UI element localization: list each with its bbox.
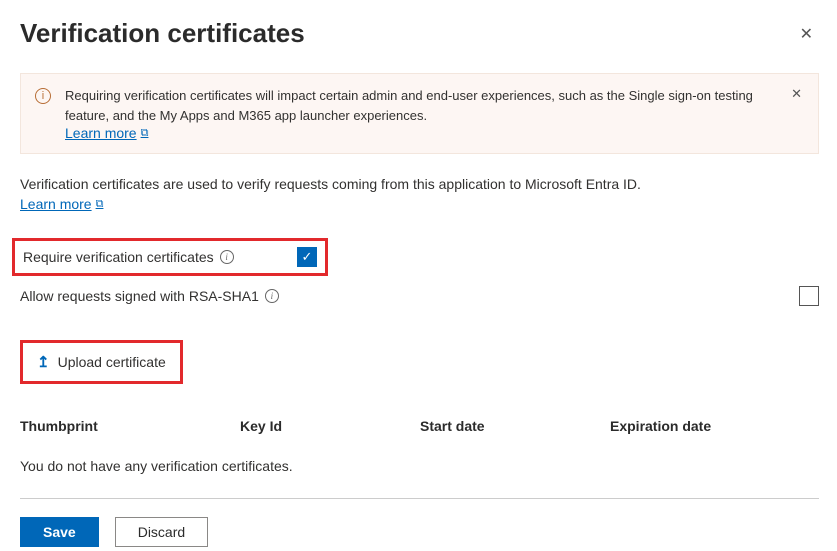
allow-rsa-label: Allow requests signed with RSA-SHA1 i (20, 288, 799, 304)
banner-text: Requiring verification certificates will… (65, 86, 782, 125)
allow-rsa-checkbox[interactable] (799, 286, 819, 306)
options-group: Require verification certificates i ✓ Al… (20, 238, 819, 306)
page-title: Verification certificates (20, 18, 305, 49)
external-link-icon: ⧉ (141, 127, 149, 140)
column-thumbprint: Thumbprint (20, 418, 240, 434)
link-label: Learn more (65, 125, 137, 141)
info-icon[interactable]: i (220, 250, 234, 264)
banner-close-icon[interactable]: ✕ (785, 84, 808, 104)
footer-actions: Save Discard (20, 517, 819, 547)
upload-section: ↥ Upload certificate (20, 340, 819, 384)
table-header-row: Thumbprint Key Id Start date Expiration … (20, 418, 819, 434)
panel-header: Verification certificates ✕ (20, 18, 819, 49)
column-expiration-date: Expiration date (610, 418, 819, 434)
banner-learn-more-link[interactable]: Learn more ⧉ (65, 125, 148, 141)
require-verification-label: Require verification certificates i (23, 249, 297, 265)
link-label: Learn more (20, 196, 92, 212)
external-link-icon: ⧉ (96, 198, 104, 211)
warning-icon: i (35, 88, 51, 104)
column-key-id: Key Id (240, 418, 420, 434)
table-empty-message: You do not have any verification certifi… (20, 458, 819, 474)
upload-icon: ↥ (37, 353, 50, 371)
require-verification-checkbox[interactable]: ✓ (297, 247, 317, 267)
column-start-date: Start date (420, 418, 610, 434)
allow-rsa-option: Allow requests signed with RSA-SHA1 i (20, 286, 819, 306)
require-verification-option: Require verification certificates i ✓ (12, 238, 328, 276)
upload-certificate-button[interactable]: ↥ Upload certificate (20, 340, 183, 384)
divider (20, 498, 819, 499)
info-icon[interactable]: i (265, 289, 279, 303)
close-icon[interactable]: ✕ (794, 20, 819, 48)
discard-button[interactable]: Discard (115, 517, 208, 547)
save-button[interactable]: Save (20, 517, 99, 547)
description-learn-more-link[interactable]: Learn more ⧉ (20, 196, 103, 212)
upload-label: Upload certificate (58, 354, 166, 370)
description-text: Verification certificates are used to ve… (20, 176, 819, 192)
warning-banner: i ✕ Requiring verification certificates … (20, 73, 819, 154)
